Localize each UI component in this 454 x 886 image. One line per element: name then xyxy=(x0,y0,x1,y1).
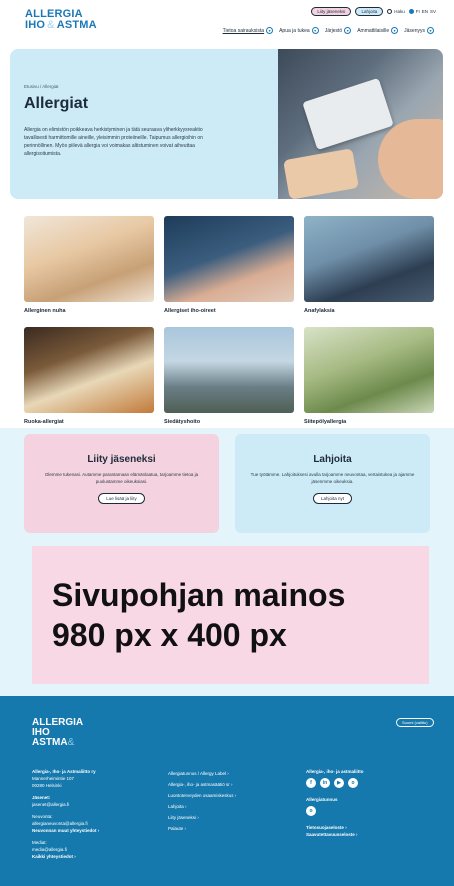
allergy-label-title: Allergiatunnus xyxy=(306,797,338,802)
photo-birch-trees-icon xyxy=(164,327,294,413)
donate-cta-text: Tue työtämme. Lahjoituksesi avulla tarjo… xyxy=(250,472,415,484)
topic-card-label: Anafylaksia xyxy=(304,308,335,314)
topic-card-siitepolyallergia[interactable]: Siitepölyallergia xyxy=(304,327,434,425)
nav-item-jasenyys[interactable]: Jäsenyys ▾ xyxy=(404,27,434,34)
privacy-link[interactable]: Tietosuojaseloste › xyxy=(306,824,364,831)
ad-placeholder[interactable]: Sivupohjan mainos 980 px x 400 px xyxy=(32,546,429,684)
accessibility-link[interactable]: Saavutettavuusseloste › xyxy=(306,831,364,838)
instagram-icon[interactable]: o xyxy=(306,806,316,816)
footer-link-join[interactable]: Liity jäseneksi › xyxy=(168,812,236,823)
nav-item-apua-ja-tukea[interactable]: Apua ja tukea ▾ xyxy=(279,27,319,34)
address-line-1: Mannerheimintie 107 xyxy=(32,776,75,781)
donate-button[interactable]: Lahjoita nyt xyxy=(312,493,353,504)
nav-item-tietoa-sairauksista[interactable]: Tietoa sairauksista ▾ xyxy=(223,27,274,34)
members-label: Jäsenet: xyxy=(32,795,51,800)
media-email-link[interactable]: media@allergia.fi xyxy=(32,846,99,853)
photo-birch-catkins-icon xyxy=(304,327,434,413)
lang-sv[interactable]: SV xyxy=(430,9,436,14)
footer-link-allergy-label[interactable]: Allergiatunnus / Allergy Label › xyxy=(168,768,236,779)
nav-item-jarjesto[interactable]: Järjestö ▾ xyxy=(325,27,352,34)
join-cta-card: Liity jäseneksi Olemme tukenasi. Autamme… xyxy=(24,434,219,533)
hero-intro-text: Allergia on elimistön poikkeava herkisty… xyxy=(24,127,203,157)
footer-social-column: Allergia-, iho- ja astmaliitto f in ▶ o … xyxy=(306,768,364,838)
language-selector: FI EN SV xyxy=(408,9,436,14)
footer-language-button[interactable]: Suomi (valittu) xyxy=(396,718,434,727)
advice-email-link[interactable]: allergianeuvonta@allergia.fi xyxy=(32,820,99,827)
topic-card-ruoka-allergiat[interactable]: Ruoka-allergiat xyxy=(24,327,154,425)
photo-food-table-icon xyxy=(24,327,154,413)
allergy-label-social: o xyxy=(306,806,364,816)
chevron-down-icon: ▾ xyxy=(391,27,399,34)
photo-sneezing-woman-icon xyxy=(24,216,154,302)
donate-cta-title: Lahjoita xyxy=(313,454,352,465)
join-button[interactable]: Lue lisää ja liity xyxy=(98,493,145,504)
topic-card-anafylaksia[interactable]: Anafylaksia xyxy=(304,216,434,314)
search-button[interactable]: Haku xyxy=(387,9,405,14)
topic-card-label: Ruoka-allergiat xyxy=(24,419,64,425)
members-email-link[interactable]: jasenet@allergia.fi xyxy=(32,801,99,808)
instagram-icon[interactable]: o xyxy=(348,778,358,788)
site-header: ALLERGIA IHO & ASTMA Liity jäseneksi Lahjo… xyxy=(0,0,454,48)
advice-label: Neuvonta: xyxy=(32,814,53,819)
donate-cta-card: Lahjoita Tue työtämme. Lahjoituksesi avu… xyxy=(235,434,430,533)
logo-line-2: IHO & ASTMA xyxy=(25,19,97,31)
footer-link-foundation[interactable]: Allergia-, iho- ja astmasäätiö sr › xyxy=(168,779,236,790)
youtube-icon[interactable]: ▶ xyxy=(334,778,344,788)
join-pill-button[interactable]: Liity jäseneksi xyxy=(311,7,352,16)
advice-contacts-link[interactable]: Neuvonnan muut yhteystiedot › xyxy=(32,827,99,834)
page-title: Allergiat xyxy=(24,95,89,112)
ad-line-1: Sivupohjan mainos xyxy=(52,577,346,613)
social-links: f in ▶ o xyxy=(306,778,364,788)
address-line-2: 00280 Helsinki xyxy=(32,783,62,788)
topic-card-siedatyshoito[interactable]: Siedätyshoito xyxy=(164,327,294,425)
photo-skin-scratching-icon xyxy=(164,216,294,302)
nav-item-ammattilaisille[interactable]: Ammattilaisille ▾ xyxy=(357,27,399,34)
chevron-down-icon: ▾ xyxy=(427,27,434,34)
donate-pill-button[interactable]: Lahjoita xyxy=(355,7,384,16)
photo-adrenaline-pen-icon xyxy=(304,216,434,302)
linkedin-icon[interactable]: in xyxy=(320,778,330,788)
topic-card-label: Allergiset iho-oireet xyxy=(164,308,216,314)
main-nav: Tietoa sairauksista ▾ Apua ja tukea ▾ Jä… xyxy=(223,27,434,34)
hand-shape xyxy=(378,119,443,199)
globe-icon xyxy=(408,9,414,14)
social-title: Allergia-, iho- ja astmaliitto xyxy=(306,769,364,774)
lang-en[interactable]: EN xyxy=(422,9,428,14)
footer-link-nature-health[interactable]: Luontoterveyden osaamiskeskus › xyxy=(168,790,236,801)
topic-card-label: Siedätyshoito xyxy=(164,419,201,425)
footer-link-donate[interactable]: Lahjoita › xyxy=(168,801,236,812)
topic-card-allerginen-nuha[interactable]: Allerginen nuha xyxy=(24,216,154,314)
pill-pack-shape xyxy=(302,77,394,151)
topic-card-allergiset-iho-oireet[interactable]: Allergiset iho-oireet xyxy=(164,216,294,314)
chevron-down-icon: ▾ xyxy=(266,27,274,34)
topic-card-label: Allerginen nuha xyxy=(24,308,66,314)
org-name: Allergia-, Iho- ja Astmaliitto ry xyxy=(32,769,96,774)
breadcrumb[interactable]: Etusivu / Allergiat xyxy=(24,84,59,89)
hero-photo-pills xyxy=(278,49,443,199)
phone-shape xyxy=(283,148,359,199)
footer-contact-column: Allergia-, Iho- ja Astmaliitto ry Manner… xyxy=(32,768,99,860)
chevron-down-icon: ▾ xyxy=(344,27,352,34)
footer-link-feedback[interactable]: Palaute › xyxy=(168,823,236,834)
lang-fi[interactable]: FI xyxy=(416,9,420,14)
facebook-icon[interactable]: f xyxy=(306,778,316,788)
join-cta-title: Liity jäseneksi xyxy=(87,454,156,465)
site-footer: ALLERGIA IHO ASTMA& Suomi (valittu) Alle… xyxy=(0,696,454,886)
utility-bar: Liity jäseneksi Lahjoita Haku FI EN SV xyxy=(311,7,436,16)
topic-card-label: Siitepölyallergia xyxy=(304,419,347,425)
site-logo[interactable]: ALLERGIA IHO & ASTMA xyxy=(25,9,117,31)
hero-section: Etusivu / Allergiat Allergiat Allergia o… xyxy=(10,49,443,199)
media-label: Mediat: xyxy=(32,840,47,845)
search-icon xyxy=(387,9,393,14)
footer-links-column: Allergiatunnus / Allergy Label › Allergi… xyxy=(168,768,236,834)
ad-line-2: 980 px x 400 px xyxy=(52,617,287,653)
join-cta-text: Olemme tukenasi. Autamme parantamaan elä… xyxy=(44,472,199,484)
footer-logo[interactable]: ALLERGIA IHO ASTMA& xyxy=(32,718,102,748)
all-contacts-link[interactable]: Kaikki yhteystiedot › xyxy=(32,853,99,860)
chevron-down-icon: ▾ xyxy=(311,27,319,34)
